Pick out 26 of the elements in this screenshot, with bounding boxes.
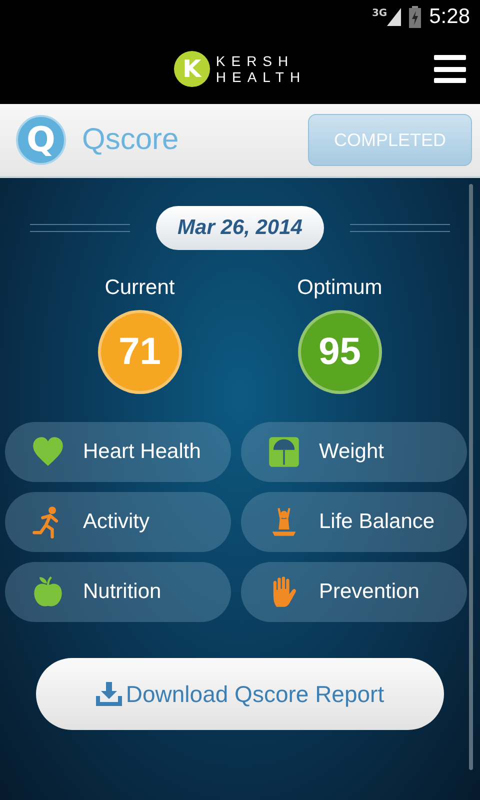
apple-icon [31, 575, 65, 609]
score-circle: 95 [298, 310, 382, 394]
category-button[interactable]: Activity [5, 492, 231, 552]
category-button[interactable]: Weight [241, 422, 467, 482]
signal-icon [387, 8, 402, 26]
qscore-logo: Q [16, 115, 66, 165]
score-label: Current [104, 276, 175, 300]
logo-text: KERSH [216, 52, 296, 68]
download-button[interactable]: Download Qscore Report [36, 658, 444, 730]
date-pill[interactable]: Mar 26, 2014 [156, 206, 324, 250]
category-button[interactable]: Heart Health [5, 422, 231, 482]
battery-icon [409, 6, 422, 28]
page-title: Qscore [82, 123, 180, 157]
logo-mark: K [174, 50, 210, 86]
network-type: 3G [372, 8, 388, 18]
category-button[interactable]: Life Balance [241, 492, 467, 552]
clock: 5:28 [429, 4, 470, 28]
scale-icon [267, 435, 301, 469]
scrollbar[interactable] [469, 184, 473, 770]
category-button[interactable]: Nutrition [5, 562, 231, 622]
score-circle: 71 [98, 310, 182, 394]
logo-text: HEALTH [216, 68, 306, 84]
category-button[interactable]: Prevention [241, 562, 467, 622]
score-label: Optimum [297, 276, 382, 300]
download-icon [96, 682, 122, 706]
menu-icon[interactable] [434, 55, 466, 83]
